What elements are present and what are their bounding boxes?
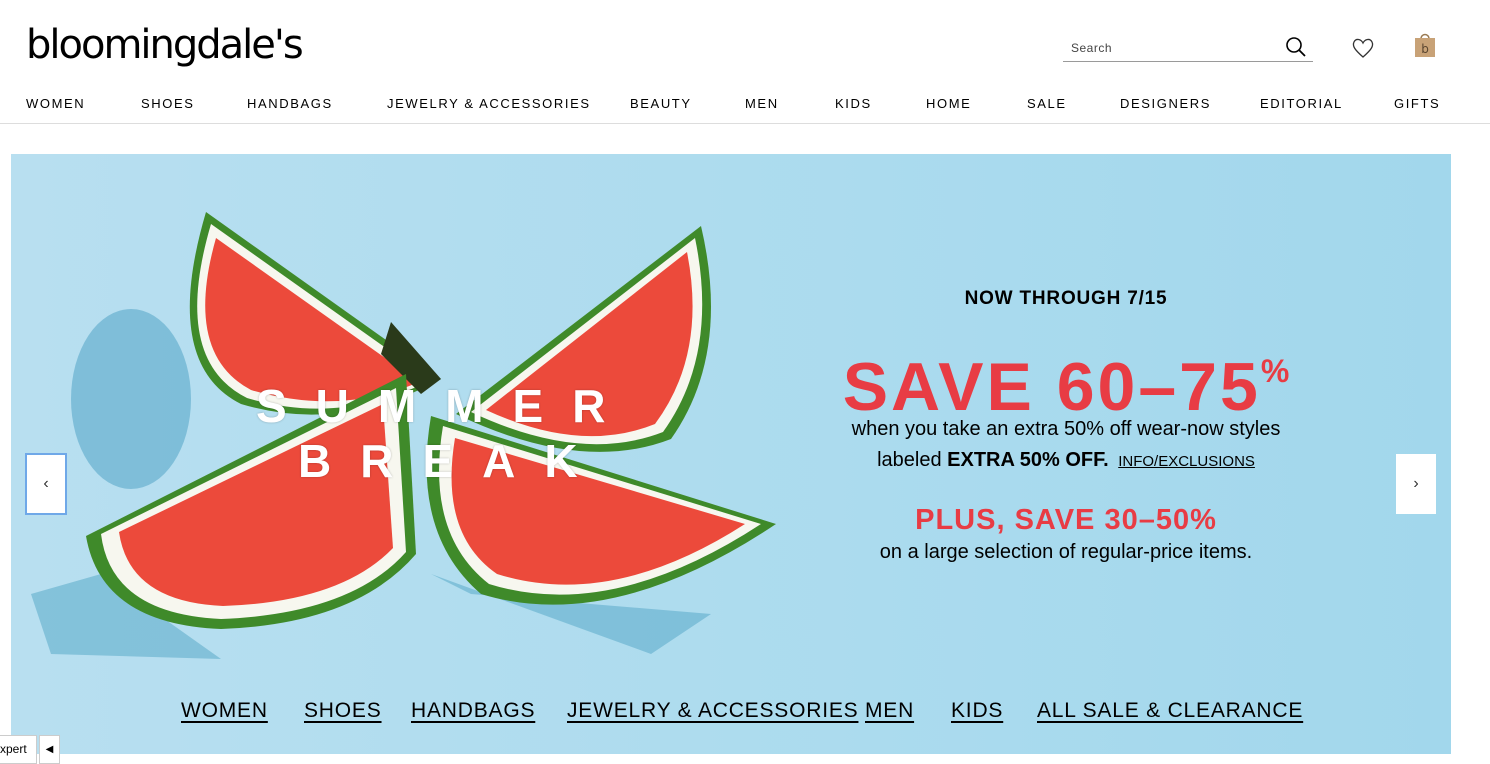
carousel-prev-button[interactable]: ‹ xyxy=(25,453,67,515)
expert-tab[interactable]: xpert xyxy=(0,735,37,764)
carousel-next-button[interactable]: › xyxy=(1396,454,1436,514)
nav-kids[interactable]: KIDS xyxy=(835,96,872,111)
nav-home[interactable]: HOME xyxy=(926,96,971,111)
nav-handbags[interactable]: HANDBAGS xyxy=(247,96,333,111)
nav-designers[interactable]: DESIGNERS xyxy=(1120,96,1211,111)
promo-save-headline: SAVE 60–75% xyxy=(791,337,1341,421)
save-text: SAVE 60–75 xyxy=(842,349,1261,425)
nav-beauty[interactable]: BEAUTY xyxy=(630,96,692,111)
chevron-right-icon: › xyxy=(1413,475,1419,492)
info-exclusions-link[interactable]: INFO/EXCLUSIONS xyxy=(1118,453,1255,470)
search-icon[interactable] xyxy=(1285,36,1307,58)
hero-title-break: BREAK xyxy=(298,435,607,487)
main-nav: WOMEN SHOES HANDBAGS JEWELRY & ACCESSORI… xyxy=(0,88,1490,124)
hero-link-men[interactable]: MEN xyxy=(865,699,914,723)
promo-dates: NOW THROUGH 7/15 xyxy=(964,288,1168,309)
promo-line2-bold: EXTRA 50% OFF. xyxy=(947,449,1109,471)
caret-left-icon: ◀ xyxy=(45,744,54,755)
hero-link-handbags[interactable]: HANDBAGS xyxy=(411,699,535,723)
heart-icon[interactable] xyxy=(1351,37,1375,59)
hero-banner[interactable]: SUMMER BREAK NOW THROUGH 7/15 SAVE 60–75… xyxy=(11,154,1451,754)
hero-link-all-sale-clearance[interactable]: ALL SALE & CLEARANCE xyxy=(1037,699,1303,723)
save-percent: % xyxy=(1260,353,1290,389)
hero-title-summer: SUMMER xyxy=(256,380,635,432)
expert-toggle-button[interactable]: ◀ xyxy=(39,735,60,764)
shopping-bag-icon[interactable]: b xyxy=(1414,31,1436,58)
search-bar[interactable] xyxy=(1063,34,1313,62)
promo-line1: when you take an extra 50% off wear-now … xyxy=(851,418,1281,440)
search-input[interactable] xyxy=(1069,40,1273,56)
hero-link-shoes[interactable]: SHOES xyxy=(304,699,382,723)
nav-sale[interactable]: SALE xyxy=(1027,96,1067,111)
hero-link-kids[interactable]: KIDS xyxy=(951,699,1003,723)
promo-plus-headline: PLUS, SAVE 30–50% xyxy=(915,504,1217,536)
nav-jewelry-accessories[interactable]: JEWELRY & ACCESSORIES xyxy=(387,96,591,111)
hero-link-women[interactable]: WOMEN xyxy=(181,699,268,723)
bloomingdales-logo[interactable]: bloomingdale's xyxy=(26,22,304,68)
chevron-left-icon: ‹ xyxy=(43,475,49,492)
nav-editorial[interactable]: EDITORIAL xyxy=(1260,96,1343,111)
svg-text:b: b xyxy=(1421,42,1429,56)
promo-line3: on a large selection of regular-price it… xyxy=(879,541,1253,563)
promo-line2: labeled EXTRA 50% OFF. INFO/EXCLUSIONS xyxy=(791,449,1341,472)
nav-gifts[interactable]: GIFTS xyxy=(1394,96,1440,111)
nav-men[interactable]: MEN xyxy=(745,96,779,111)
nav-women[interactable]: WOMEN xyxy=(26,96,85,111)
nav-shoes[interactable]: SHOES xyxy=(141,96,195,111)
hero-link-jewelry-accessories[interactable]: JEWELRY & ACCESSORIES xyxy=(567,699,858,723)
promo-line2-prefix: labeled xyxy=(877,449,942,471)
